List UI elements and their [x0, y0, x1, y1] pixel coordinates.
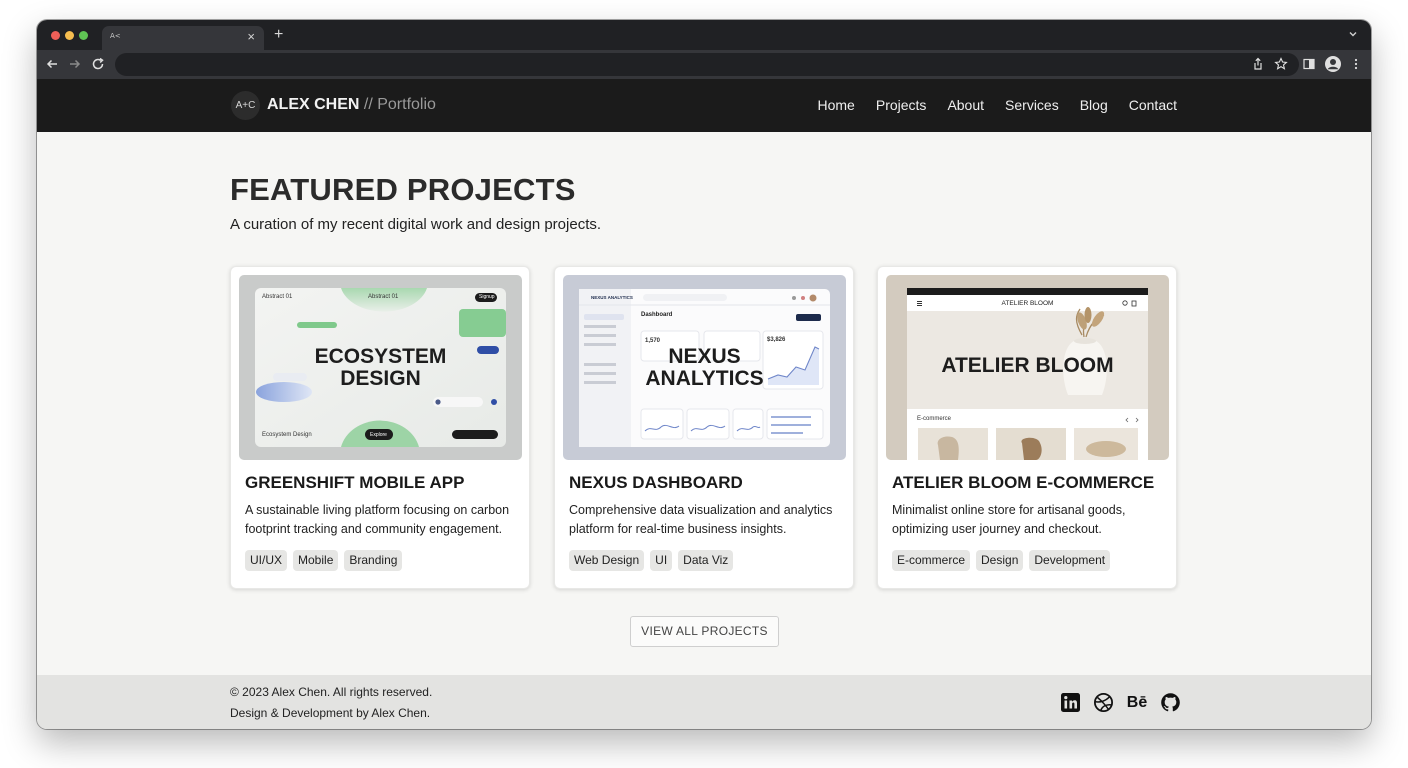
new-tab-button[interactable]: + — [274, 26, 283, 44]
side-panel-icon[interactable] — [1302, 57, 1316, 71]
browser-toolbar — [37, 50, 1371, 79]
minimize-window-button[interactable] — [65, 31, 74, 40]
tag: Branding — [344, 550, 403, 571]
page-title: FEATURED PROJECTS — [230, 172, 576, 207]
page-subtitle: A curation of my recent digital work and… — [230, 216, 602, 233]
footer-credit: Design & Development by Alex Chen. — [230, 706, 431, 720]
bookmark-star-icon[interactable] — [1274, 57, 1288, 71]
mock-title: ATELIER BLOOM — [941, 354, 1114, 377]
share-icon[interactable] — [1251, 57, 1265, 71]
nav-link-projects[interactable]: Projects — [876, 95, 927, 115]
card-title[interactable]: GREENSHIFT MOBILE APP — [245, 472, 464, 494]
mock-title: ECOSYSTEM DESIGN — [239, 345, 522, 391]
brand-suffix: // Portfolio — [359, 96, 436, 113]
mock-label-topcenter: Abstract 01 — [368, 294, 399, 300]
view-all-projects-button[interactable]: VIEW ALL PROJECTS — [630, 616, 779, 647]
tab-close-icon[interactable]: × — [247, 29, 255, 45]
card-description: Minimalist online store for artisanal go… — [892, 503, 1126, 536]
reload-icon[interactable] — [90, 56, 106, 72]
tag: Development — [1029, 550, 1111, 571]
mock-title-line1: ECOSYSTEM — [314, 345, 447, 368]
project-card-atelier-bloom[interactable]: ATELIER BLOOM ATELIER BLOOM E-commerce A… — [877, 266, 1177, 589]
project-card-nexus[interactable]: NEXUS ANALYTICS Dashboard 1,570 $3,826 N… — [554, 266, 854, 589]
mock-brand: NEXUS ANALYTICS — [591, 295, 633, 300]
logo-badge[interactable]: A+C — [231, 91, 260, 120]
close-window-button[interactable] — [51, 31, 60, 40]
nav-link-blog[interactable]: Blog — [1080, 95, 1108, 115]
social-links: Bē — [1060, 692, 1181, 713]
mock-title-line2: DESIGN — [340, 367, 421, 391]
mock-label-bottomleft: Ecosystem Design — [262, 432, 312, 438]
tab-search-chevron-icon[interactable] — [1347, 28, 1359, 40]
dribbble-icon[interactable] — [1093, 692, 1114, 713]
project-image-greenshift[interactable]: Abstract 01 Abstract 01 Signup ECOSYSTEM… — [239, 275, 522, 460]
tag: Web Design — [569, 550, 645, 571]
nav-link-contact[interactable]: Contact — [1129, 95, 1177, 115]
browser-tab[interactable]: A< × — [102, 26, 264, 50]
mock-title: NEXUS ANALYTICS — [563, 345, 846, 391]
tag: Mobile — [293, 550, 339, 571]
project-image-nexus[interactable]: NEXUS ANALYTICS Dashboard 1,570 $3,826 N… — [563, 275, 846, 460]
mock-label-topleft: Abstract 01 — [262, 294, 293, 300]
tab-favicon-icon: A< — [110, 32, 121, 40]
mock-nav-brand: ATELIER BLOOM — [1001, 300, 1054, 307]
mock-stat2: $3,826 — [767, 337, 786, 343]
mock-title-line2: ANALYTICS — [645, 367, 764, 391]
tag: E-commerce — [892, 550, 971, 571]
tag: Data Viz — [678, 550, 734, 571]
address-bar[interactable] — [115, 53, 1299, 76]
nav-link-services[interactable]: Services — [1005, 95, 1059, 115]
main-content: FEATURED PROJECTS A curation of my recen… — [37, 132, 1371, 675]
nav-link-about[interactable]: About — [947, 95, 984, 115]
project-card-greenshift[interactable]: Abstract 01 Abstract 01 Signup ECOSYSTEM… — [230, 266, 530, 589]
card-description: A sustainable living platform focusing o… — [245, 503, 510, 536]
mock-section-label: E-commerce — [917, 416, 952, 422]
brand[interactable]: ALEX CHEN // Portfolio — [267, 94, 436, 116]
card-description: Comprehensive data visualization and ana… — [569, 503, 833, 536]
mock-signup-button: Signup — [479, 294, 495, 300]
footer-copyright: © 2023 Alex Chen. All rights reserved. — [230, 685, 433, 699]
nav-link-home[interactable]: Home — [818, 95, 855, 115]
tag-list: Web Design UI Data Viz — [569, 550, 734, 571]
linkedin-icon[interactable] — [1060, 692, 1081, 713]
tag: Design — [976, 550, 1024, 571]
tag-list: UI/UX Mobile Branding — [245, 550, 403, 571]
profile-avatar-icon[interactable] — [1324, 55, 1342, 73]
card-title[interactable]: NEXUS DASHBOARD — [569, 472, 743, 494]
site-header: A+C ALEX CHEN // Portfolio Home Projects… — [37, 79, 1371, 132]
github-icon[interactable] — [1160, 692, 1181, 713]
tag: UI — [650, 550, 673, 571]
mock-title-line1: NEXUS — [668, 345, 741, 368]
back-arrow-icon[interactable] — [44, 56, 60, 72]
brand-name: ALEX CHEN — [267, 96, 360, 113]
tag-list: E-commerce Design Development — [892, 550, 1111, 571]
project-image-atelier-bloom[interactable]: ATELIER BLOOM ATELIER BLOOM E-commerce — [886, 275, 1169, 460]
mock-heading: Dashboard — [641, 312, 673, 318]
main-nav: Home Projects About Services Blog Contac… — [818, 95, 1178, 115]
browser-titlebar: A< × + — [37, 20, 1371, 50]
maximize-window-button[interactable] — [79, 31, 88, 40]
card-title[interactable]: ATELIER BLOOM E-COMMERCE — [892, 472, 1154, 494]
tag: UI/UX — [245, 550, 288, 571]
forward-arrow-icon[interactable] — [67, 56, 83, 72]
behance-icon[interactable]: Bē — [1126, 692, 1148, 713]
mock-stat1: 1,570 — [645, 338, 661, 344]
mock-explore-button: Explore — [370, 432, 387, 438]
browser-menu-icon[interactable] — [1349, 57, 1363, 71]
site-footer: © 2023 Alex Chen. All rights reserved. D… — [37, 675, 1371, 729]
browser-window: A< × + A+C ALEX CHEN // Portfolio Home P… — [37, 20, 1371, 729]
